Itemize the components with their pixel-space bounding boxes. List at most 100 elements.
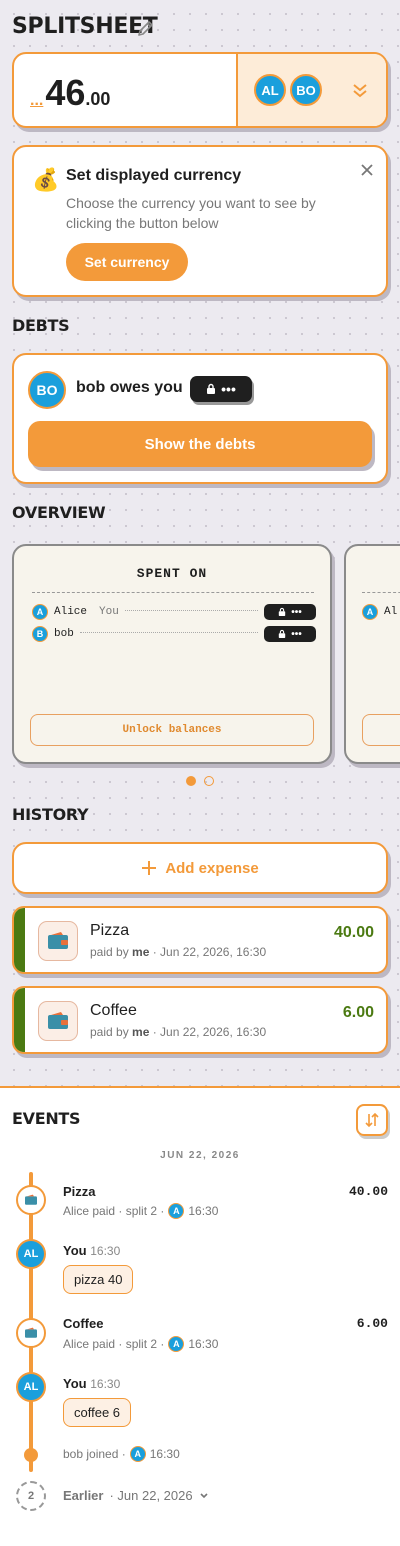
events-date: JUN 22, 2026 [160,1150,240,1161]
message-author: You 16:30 [63,1243,120,1258]
events-heading: EVENTS [12,1109,81,1128]
total-amount: ... 46 .00 [30,72,110,114]
wallet-icon [38,921,78,961]
banner-title: Set displayed currency [66,167,242,184]
event-title: Pizza [63,1184,96,1199]
close-icon[interactable] [360,163,374,182]
carousel-dot-active[interactable] [186,776,196,786]
user-avatar: AL [16,1372,46,1402]
message-time: 16:30 [90,1244,121,1258]
currency-placeholder: ... [30,92,44,109]
you-tag: You [99,606,119,618]
member-initial: A [362,604,378,620]
message-time: 16:30 [90,1377,121,1391]
show-earlier-button[interactable]: Earlier · Jun 22, 2026 [63,1488,209,1503]
debts-heading: DEBTS [12,316,70,335]
author-name: You [63,1376,87,1391]
join-dot [24,1448,38,1462]
section-divider [0,1086,400,1088]
debts-card: BO bob owes you ••• Show the debts [12,353,388,484]
hidden-amount-pill: ••• [190,376,252,402]
add-expense-button[interactable]: Add expense [12,842,388,894]
expense-status-bar [14,908,25,972]
dot-leader [124,609,258,611]
member-name: bob [54,628,74,640]
expense-date: · Jun 22, 2026, 16:30 [149,1025,267,1039]
event-sub: bob joined · [63,1447,126,1461]
balance-row: B bob ••• [32,626,316,642]
event-time: 16:30 [188,1204,219,1218]
expense-amount: 6.00 [342,1004,374,1021]
member-name: Alice [54,606,88,618]
divider [32,592,314,593]
debtor-avatar: BO [28,371,66,409]
members-toggle[interactable]: AL BO [236,54,386,126]
hidden-amount: ••• [221,381,236,397]
event-amount: 6.00 [356,1316,388,1331]
wallet-icon [16,1185,46,1215]
sort-order-button[interactable] [356,1104,388,1136]
event-title: Coffee [63,1316,104,1331]
event-meta: bob joined · A 16:30 [63,1446,180,1462]
wallet-icon [38,1001,78,1041]
total-whole: 46 [45,72,86,113]
expense-meta: paid by me · Jun 22, 2026, 16:30 [90,945,266,959]
event-amount: 40.00 [348,1184,388,1199]
set-currency-button[interactable]: Set currency [66,243,188,281]
edit-pencil-icon[interactable] [136,18,156,43]
expense-title: Coffee [90,1002,137,1019]
hidden-value: ••• [291,628,302,640]
message-bubble: pizza 40 [63,1265,134,1294]
total-cents: .00 [85,89,111,109]
expense-item[interactable]: Coffee paid by me · Jun 22, 2026, 16:30 … [12,986,388,1054]
event-sub: Alice paid · split 2 · [63,1204,165,1218]
paid-by-label: paid by [90,945,129,959]
message-author: You 16:30 [63,1376,120,1391]
lock-icon [279,629,286,638]
spent-on-card: SPENT ON A Alice You ••• B bob ••• Unloc… [12,544,332,764]
payer: me [132,945,150,959]
member-avatar: BO [290,74,322,106]
expense-amount: 40.00 [333,924,374,941]
message-bubble: coffee 6 [63,1398,132,1427]
event-time: 16:30 [188,1337,219,1351]
event-sub: Alice paid · split 2 · [63,1337,165,1351]
actor-avatar: A [168,1336,185,1352]
debt-text: bob owes you [76,379,183,396]
event-meta: Alice paid · split 2 · A 16:30 [63,1203,218,1219]
hidden-balance: ••• [264,626,316,642]
currency-banner: 💰 Set displayed currency Choose the curr… [12,145,388,297]
total-card: ... 46 .00 AL BO [12,52,388,128]
payer: me [132,1025,150,1039]
expense-meta: paid by me · Jun 22, 2026, 16:30 [90,1025,266,1039]
carousel-dot[interactable] [204,776,214,786]
earlier-date: · Jun 22, 2026 [109,1488,193,1503]
author-name: You [63,1243,87,1258]
expense-date: · Jun 22, 2026, 16:30 [149,945,267,959]
chevron-down-icon [200,1492,208,1498]
event-time: 16:30 [149,1447,180,1461]
member-initial: A [32,604,48,620]
earlier-count: 2 [16,1481,46,1511]
user-avatar: AL [16,1239,46,1269]
balance-row: A Alice You ••• [32,604,316,620]
history-heading: HISTORY [12,805,89,824]
balance-row: A Al [362,604,397,620]
show-debts-button[interactable]: Show the debts [28,421,372,467]
unlock-balances-button[interactable] [362,714,400,746]
actor-avatar: A [168,1203,185,1219]
paid-by-label: paid by [90,1025,129,1039]
next-overview-card[interactable]: A Al [344,544,400,764]
member-name: Al [384,606,398,618]
wallet-icon [16,1318,46,1348]
member-initial: B [32,626,48,642]
divider [362,592,400,593]
dot-leader [79,631,258,633]
overview-heading: OVERVIEW [12,503,106,522]
hidden-value: ••• [291,606,302,618]
lock-icon [279,607,286,616]
expense-status-bar [14,988,25,1052]
expense-item[interactable]: Pizza paid by me · Jun 22, 2026, 16:30 4… [12,906,388,974]
event-meta: Alice paid · split 2 · A 16:30 [63,1336,218,1352]
unlock-balances-button[interactable]: Unlock balances [30,714,314,746]
